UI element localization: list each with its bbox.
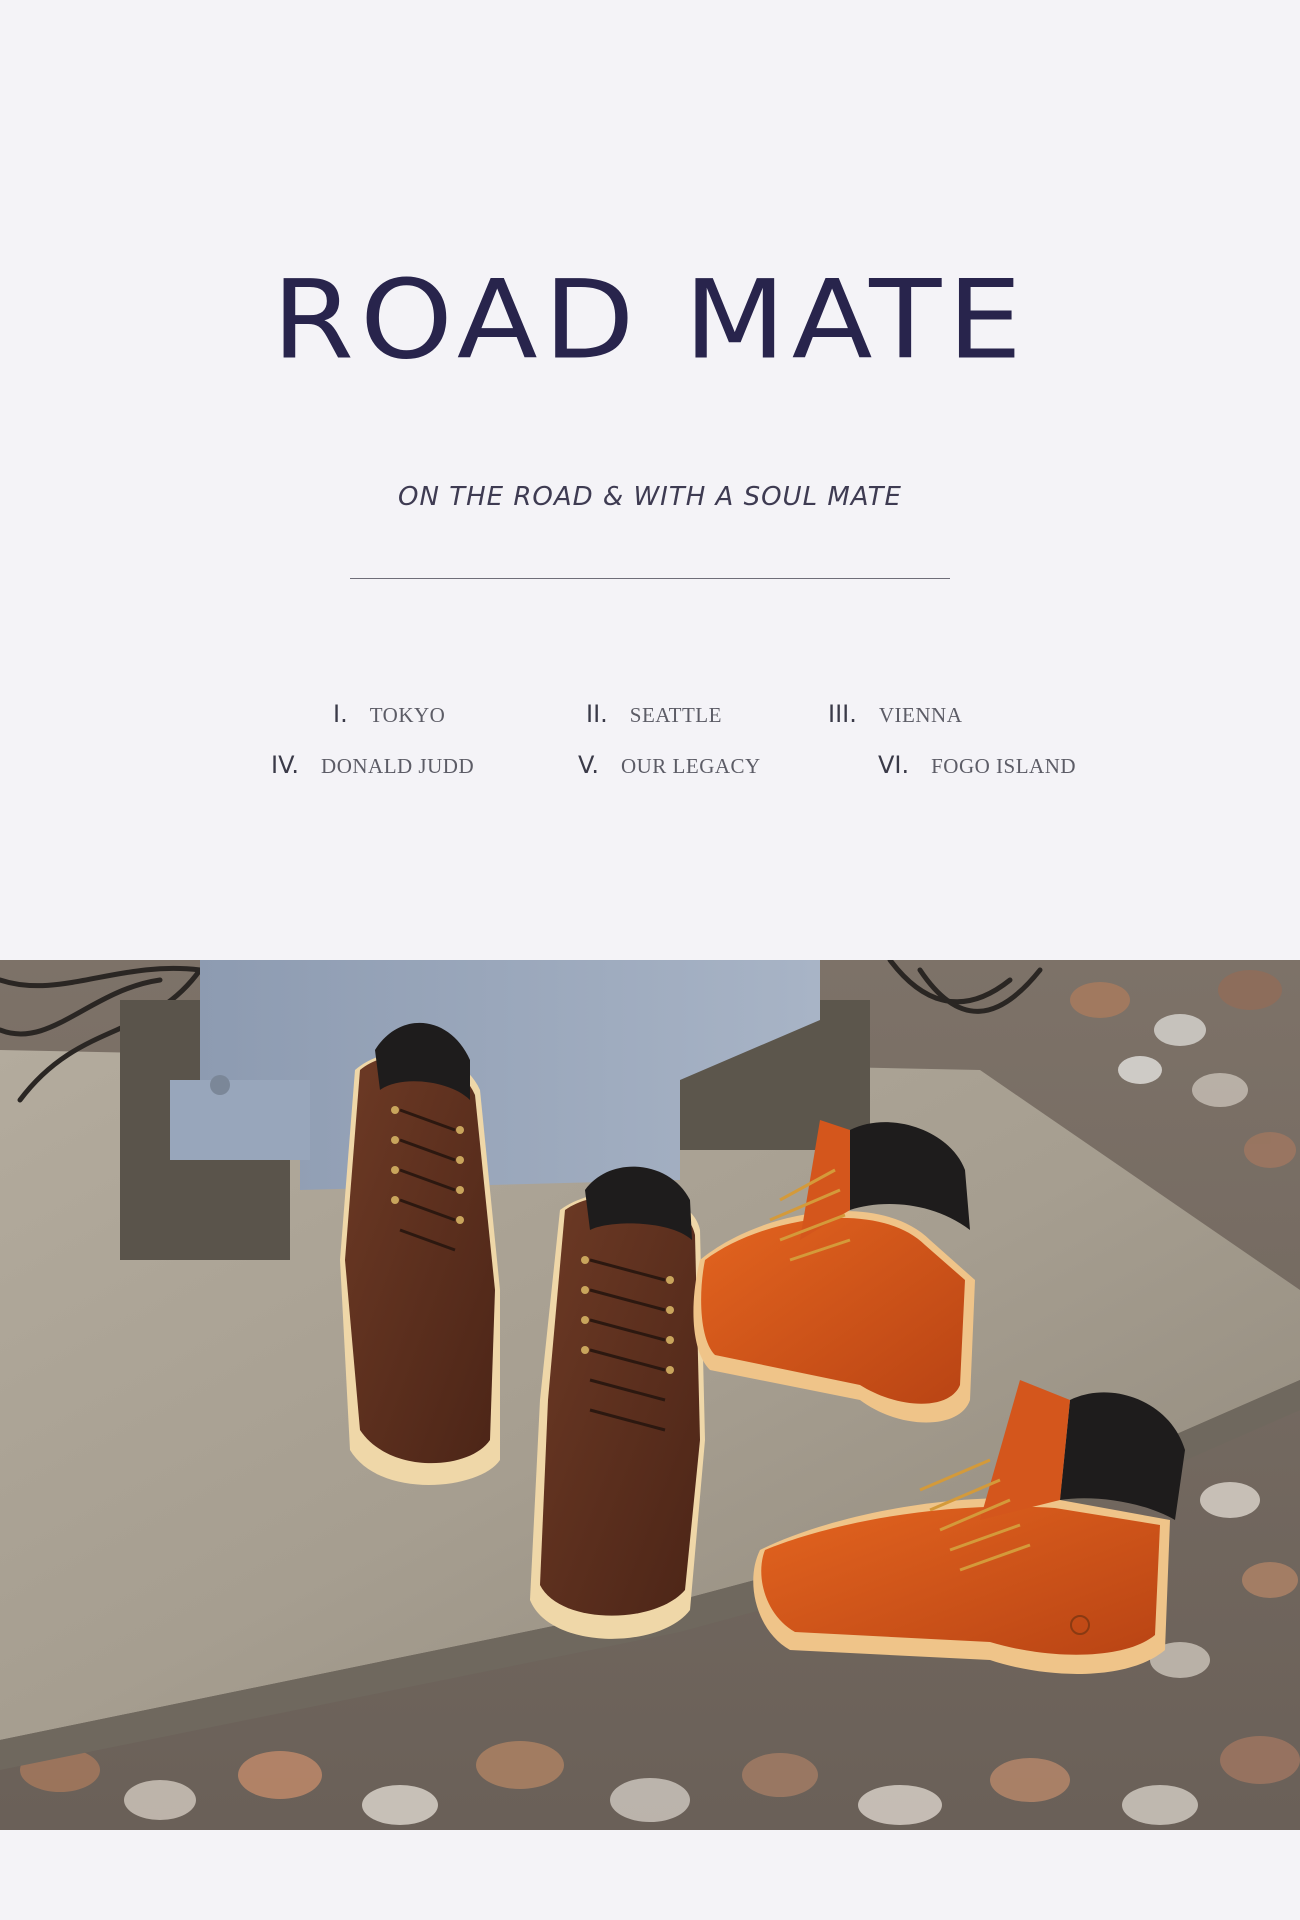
toc-label: TOKYO [369,703,446,727]
toc-item-donald-judd[interactable]: IV. DONALD JUDD [271,751,474,779]
toc-numeral: I. [333,700,348,728]
boots-photo [0,960,1300,1830]
toc-numeral: III. [828,700,857,728]
brown-boot-left [340,1022,500,1485]
toc-label: VIENNA [878,703,963,727]
toc-item-tokyo[interactable]: I. TOKYO [333,700,445,728]
toc-numeral: VI. [878,751,910,779]
toc-item-fogo-island[interactable]: VI. FOGO ISLAND [878,751,1076,779]
page-title: ROAD MATE [272,256,1028,384]
toc-label: SEATTLE [629,703,722,727]
toc-label: FOGO ISLAND [931,754,1077,778]
page-subtitle: ON THE ROAD & WITH A SOUL MATE [398,482,902,512]
toc-numeral: II. [586,700,608,728]
toc-numeral: V. [578,751,599,779]
toc-item-seattle[interactable]: II. SEATTLE [586,700,722,728]
toc-item-vienna[interactable]: III. VIENNA [828,700,962,728]
toc-row-2: IV. DONALD JUDD V. OUR LEGACY VI. FOGO ISLA… [0,751,1300,791]
toc-label: DONALD JUDD [321,754,475,778]
divider [350,578,950,579]
toc-label: OUR LEGACY [620,754,761,778]
toc-row-1: I. TOKYO II. SEATTLE III. VIENNA [0,700,1300,740]
toc-item-our-legacy[interactable]: V. OUR LEGACY [578,751,761,779]
toc-numeral: IV. [271,751,300,779]
